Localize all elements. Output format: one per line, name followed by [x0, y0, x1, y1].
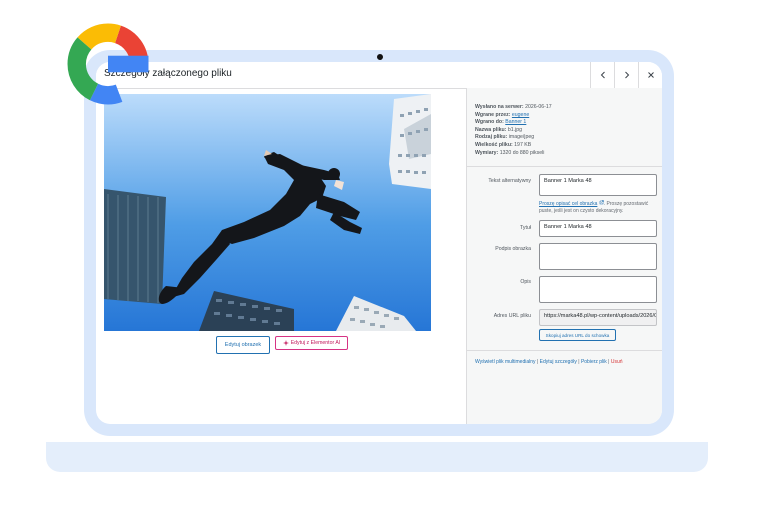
previous-button[interactable] [590, 62, 615, 88]
chevron-left-icon [600, 71, 605, 79]
divider [467, 350, 662, 351]
sparkle-icon [282, 340, 289, 346]
divider [467, 166, 662, 167]
edit-image-button[interactable]: Edytuj obrazek [216, 336, 270, 354]
alt-text-field[interactable]: Banner 1 Marka 48 [539, 174, 657, 196]
uploaded-by-link[interactable]: eugene [512, 112, 529, 118]
uploaded-on-row: Wysłano na serwer: 2026-06-17 [475, 104, 552, 110]
attachment-details-modal: Szczegóły załączonego pliku Edytuj obraz… [96, 62, 662, 424]
attachment-actions: Wyświetl plik multimedialny | Edytuj szc… [475, 359, 623, 365]
laptop-base [46, 442, 708, 472]
uploaded-by-row: Wgrane przez: eugene [475, 111, 530, 118]
file-name-row: Nazwa pliku: b1.jpg [475, 126, 523, 133]
webcam [377, 54, 383, 60]
copy-url-button[interactable]: Skopiuj adres URL do schowka [539, 329, 616, 341]
google-g-logo [67, 23, 149, 105]
file-details: Wysłano na serwer: 2026-06-17 Wgrane prz… [475, 104, 552, 157]
close-button[interactable] [638, 62, 662, 88]
title-label: Tytuł [520, 225, 531, 231]
alt-text-help-link[interactable]: Proszę opisać cel obrazka [539, 201, 597, 207]
alt-text-label: Tekst alternatywny [488, 178, 531, 184]
download-file-link[interactable]: Pobierz plik [581, 359, 607, 365]
delete-link[interactable]: Usuń [611, 359, 623, 365]
edit-with-elementor-button[interactable]: Edytuj z Elementor AI [275, 336, 348, 350]
file-type-row: Rodzaj pliku: image/jpeg [475, 134, 535, 141]
file-size-row: Wielkość pliku: 197 KB [475, 141, 532, 148]
description-label: Opis [520, 279, 531, 285]
attachment-image-preview [104, 94, 431, 331]
caption-textarea[interactable] [539, 243, 657, 270]
file-url-label: Adres URL pliku [493, 313, 531, 319]
edit-with-elementor-label: Edytuj z Elementor AI [290, 340, 341, 346]
edit-details-link[interactable]: Edytuj szczegóły [540, 359, 577, 365]
uploaded-to-row: Wgrano do: Banner 1 [475, 119, 527, 126]
dimensions-row: Wymiary: 1320 do 880 pikseli [475, 149, 545, 156]
uploaded-to-link[interactable]: Banner 1 [505, 119, 526, 125]
alt-text-help: Proszę opisać cel obrazka . Proszę pozos… [539, 200, 649, 214]
file-url-field[interactable]: https://marka48.pl/wp-content/uploads/20… [539, 309, 657, 326]
close-icon [648, 72, 654, 78]
description-textarea[interactable] [539, 276, 657, 303]
modal-header: Szczegóły załączonego pliku [96, 62, 662, 89]
view-media-link[interactable]: Wyświetl plik multimedialny [475, 359, 536, 365]
title-field[interactable]: Banner 1 Marka 48 [539, 220, 657, 237]
attachment-info-sidebar: Wysłano na serwer: 2026-06-17 Wgrane prz… [466, 88, 662, 424]
chevron-right-icon [625, 71, 630, 79]
next-button[interactable] [614, 62, 639, 88]
caption-label: Podpis obrazka [495, 246, 531, 252]
